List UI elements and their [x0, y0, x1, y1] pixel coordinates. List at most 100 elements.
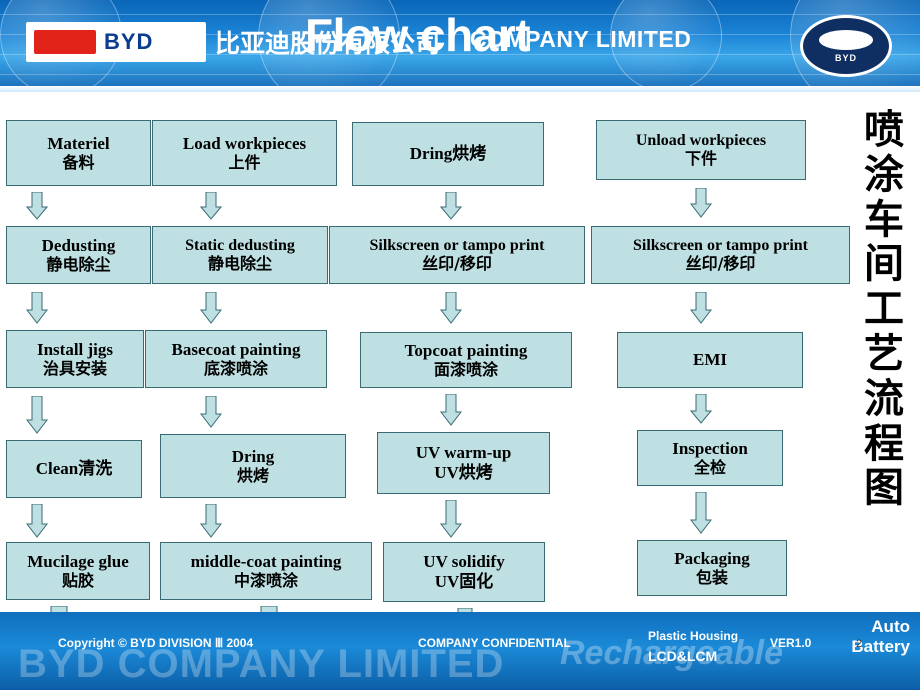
- flow-node-install-jigs: Install jigs 治具安装: [6, 330, 144, 388]
- node-label-cn: UV固化: [434, 572, 494, 591]
- node-label-en: Materiel: [47, 134, 110, 154]
- footer-banner: BYD COMPANY LIMITED Rechargeable: [0, 612, 920, 690]
- header-gridline: [0, 74, 920, 75]
- flow-arrow-down: [690, 188, 712, 218]
- flow-arrow-down: [26, 192, 48, 220]
- flow-node-packaging: Packaging 包装: [637, 540, 787, 596]
- header-bottom-strip: [0, 86, 920, 92]
- node-label-en: EMI: [693, 350, 727, 370]
- flow-arrow-down: [690, 492, 712, 534]
- flow-node-static-dedusting: Static dedusting 静电除尘: [152, 226, 328, 284]
- node-label-en: Silkscreen or tampo print: [633, 236, 808, 254]
- node-label-cn: 包装: [695, 567, 728, 587]
- flow-node-uv-warm-up: UV warm-up UV烘烤: [377, 432, 550, 494]
- node-label-cn: 静电除尘: [46, 254, 111, 274]
- node-label-en: Topcoat painting: [404, 341, 528, 361]
- flow-arrow-down: [26, 292, 48, 324]
- vertical-title-char: 车: [864, 196, 904, 243]
- flow-arrow-down: [440, 292, 462, 324]
- byd-logo: BYD: [26, 22, 206, 62]
- footer-plastic-housing: Plastic Housing: [648, 629, 739, 643]
- footer-auto: Auto: [871, 617, 910, 636]
- node-label-en: Basecoat painting: [171, 340, 301, 360]
- byd-emblem-icon: BYD: [800, 15, 892, 77]
- node-label-en: middle-coat painting: [190, 552, 342, 572]
- node-label-cn: 全检: [693, 457, 726, 477]
- vertical-title-char: 程: [864, 420, 904, 467]
- node-label-cn: 下件: [684, 149, 717, 168]
- emblem-label: BYD: [834, 52, 857, 63]
- node-label-cn: 丝印/移印: [422, 254, 492, 273]
- logo-wordmark: BYD: [104, 29, 154, 54]
- header-banner: BYD 比亚迪股份有限公司 COMPANY LIMITED Flow chart…: [0, 0, 920, 92]
- flow-node-materiel: Materiel 备料: [6, 120, 151, 186]
- flow-node-emi: EMI: [617, 332, 803, 388]
- footer-lcd-lcm: LCD&LCM: [648, 648, 718, 664]
- footer-version: VER1.0: [770, 636, 812, 650]
- node-label-en: UV solidify: [423, 552, 505, 572]
- vertical-title-char: 流: [864, 375, 904, 422]
- flow-node-dedusting: Dedusting 静电除尘: [6, 226, 151, 284]
- node-label-en: Clean清洗: [35, 459, 113, 479]
- node-label-en: Mucilage glue: [27, 552, 129, 572]
- node-label-en: Packaging: [674, 549, 750, 569]
- node-label-en: Dedusting: [41, 236, 116, 256]
- flow-node-dring-bake: Dring烘烤: [352, 122, 544, 186]
- vertical-title-char: 工: [864, 286, 904, 333]
- footer-business-lines: Auto Battery: [851, 617, 910, 656]
- node-label-cn: 上件: [228, 152, 261, 172]
- page-number: 2: [856, 638, 863, 650]
- flow-arrow-down: [200, 292, 222, 324]
- flow-arrow-down: [200, 192, 222, 220]
- node-label-cn: 面漆喷涂: [433, 359, 498, 379]
- footer-confidential: COMPANY CONFIDENTIAL: [418, 636, 571, 650]
- node-label-cn: 治具安装: [42, 358, 107, 378]
- node-label-en: UV warm-up: [415, 443, 512, 463]
- flow-arrow-down: [440, 394, 462, 426]
- node-label-en: Dring烘烤: [409, 144, 487, 164]
- node-label-en: Inspection: [672, 439, 748, 459]
- node-label-cn: 中漆喷涂: [233, 570, 298, 590]
- flow-arrow-down: [440, 500, 462, 538]
- node-label-en: Load workpieces: [182, 134, 307, 154]
- flow-node-silkscreen-left: Silkscreen or tampo print 丝印/移印: [329, 226, 585, 284]
- flow-arrow-down: [200, 504, 222, 538]
- flow-node-uv-solidify: UV solidify UV固化: [383, 542, 545, 602]
- emblem-oval-shape: [819, 29, 873, 50]
- flow-node-dring: Dring 烘烤: [160, 434, 346, 498]
- flow-arrow-down: [690, 394, 712, 424]
- flow-arrow-down: [26, 504, 48, 538]
- vertical-title-char: 喷: [864, 107, 904, 153]
- flow-node-basecoat-painting: Basecoat painting 底漆喷涂: [145, 330, 327, 388]
- node-label-cn: 丝印/移印: [685, 254, 756, 273]
- vertical-title-char: 艺: [864, 330, 904, 377]
- flow-node-unload-workpieces: Unload workpieces 下件: [596, 120, 806, 180]
- node-label-cn: 备料: [62, 152, 95, 172]
- flow-arrow-down: [26, 396, 48, 434]
- flow-node-clean: Clean清洗: [6, 440, 142, 498]
- vertical-title-char: 涂: [864, 151, 904, 198]
- vertical-process-title: 喷 涂 车 间 工 艺 流 程 图: [856, 108, 912, 511]
- flow-node-inspection: Inspection 全检: [637, 430, 783, 486]
- logo-red-block-icon: [34, 30, 96, 54]
- flow-node-mucilage-glue: Mucilage glue 贴胶: [6, 542, 150, 600]
- flow-node-silkscreen-right: Silkscreen or tampo print 丝印/移印: [591, 226, 850, 284]
- vertical-title-char: 图: [864, 465, 904, 512]
- node-label-cn: 烘烤: [236, 465, 269, 485]
- node-label-en: Static dedusting: [185, 236, 295, 254]
- flow-arrow-down: [200, 396, 222, 428]
- node-label-en: Dring: [231, 447, 275, 467]
- node-label-cn: 静电除尘: [207, 254, 272, 273]
- node-label-cn: 底漆喷涂: [203, 358, 268, 378]
- node-label-cn: UV烘烤: [434, 463, 493, 482]
- flow-arrow-down: [690, 292, 712, 324]
- flow-node-load-workpieces: Load workpieces 上件: [152, 120, 337, 186]
- vertical-title-char: 间: [864, 241, 904, 288]
- flow-node-topcoat-painting: Topcoat painting 面漆喷涂: [360, 332, 572, 388]
- footer-copyright: Copyright © BYD DIVISION Ⅲ 2004: [58, 636, 254, 650]
- page-title: Flow chart: [305, 9, 531, 61]
- slide: BYD 比亚迪股份有限公司 COMPANY LIMITED Flow chart…: [0, 0, 920, 690]
- node-label-cn: 贴胶: [61, 570, 94, 590]
- flow-arrow-down: [440, 192, 462, 220]
- node-label-en: Silkscreen or tampo print: [369, 236, 545, 254]
